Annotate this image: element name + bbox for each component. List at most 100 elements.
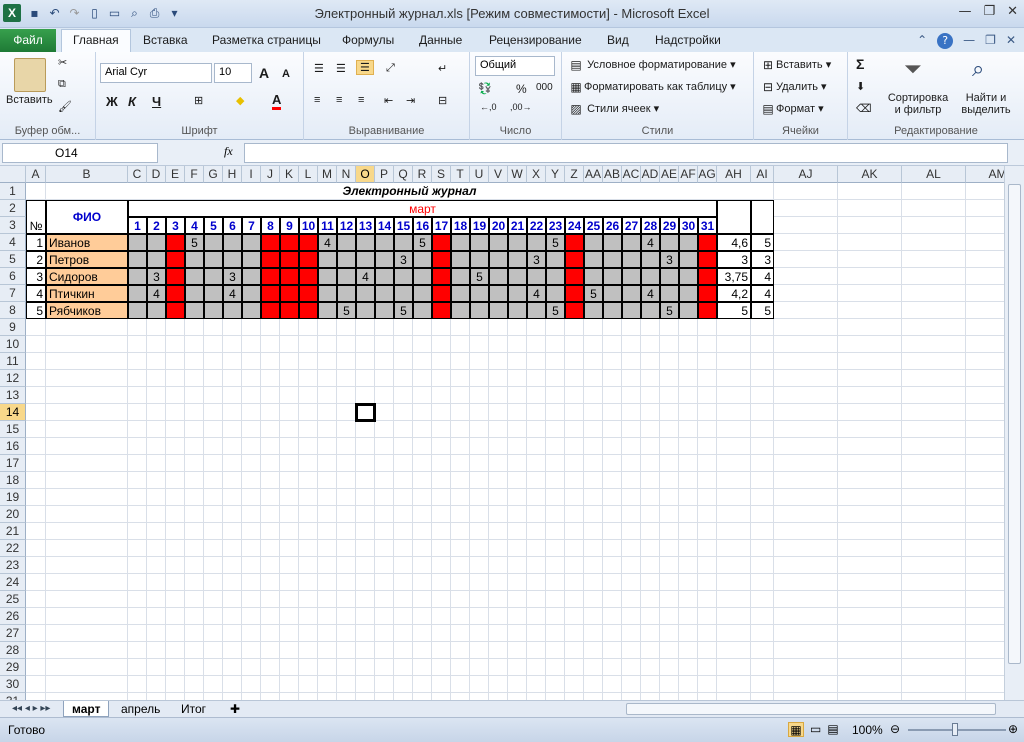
row-header[interactable]: 31 [0, 693, 26, 700]
grid-cell[interactable] [546, 489, 565, 506]
grid-cell[interactable] [489, 438, 508, 455]
row-header[interactable]: 5 [0, 251, 26, 268]
grid-cell[interactable] [717, 659, 751, 676]
help-icon[interactable]: ? [937, 33, 954, 49]
grid-cell[interactable] [966, 234, 1004, 251]
format-painter-icon[interactable]: 🖌 [58, 100, 72, 113]
grid-cell[interactable] [489, 387, 508, 404]
grid-cell[interactable] [204, 693, 223, 700]
find-icon[interactable]: ⌕ [972, 56, 984, 82]
grid-cell[interactable] [508, 489, 527, 506]
grade-cell[interactable] [603, 285, 622, 302]
grid-cell[interactable] [26, 625, 46, 642]
sheet-tab-total[interactable]: Итог [173, 701, 214, 717]
fx-button[interactable]: fx [224, 144, 233, 159]
format-as-table-button[interactable]: ▦ Форматировать как таблицу ▾ [568, 79, 735, 95]
weekend-cell[interactable] [565, 285, 584, 302]
grid-cell[interactable] [966, 251, 1004, 268]
grid-cell[interactable] [223, 336, 242, 353]
grid-cell[interactable] [622, 421, 641, 438]
grid-cell[interactable] [299, 540, 318, 557]
weekend-cell[interactable] [432, 302, 451, 319]
restore-icon[interactable]: ❐ [983, 4, 995, 19]
grid-cell[interactable] [470, 540, 489, 557]
grid-cell[interactable] [147, 523, 166, 540]
grid-cell[interactable] [242, 591, 261, 608]
grid-cell[interactable] [375, 693, 394, 700]
grid-cell[interactable] [26, 455, 46, 472]
grid-cell[interactable] [698, 319, 717, 336]
grid-cell[interactable] [223, 353, 242, 370]
grid-cell[interactable] [698, 370, 717, 387]
grid-cell[interactable] [584, 438, 603, 455]
grade-cell[interactable] [356, 302, 375, 319]
grid-cell[interactable] [413, 336, 432, 353]
grid-cell[interactable] [489, 574, 508, 591]
grid-cell[interactable] [299, 336, 318, 353]
weekend-cell[interactable] [166, 234, 185, 251]
grid-cell[interactable] [966, 438, 1004, 455]
grid-cell[interactable] [603, 472, 622, 489]
grade-cell[interactable] [147, 234, 166, 251]
grid-cell[interactable] [204, 608, 223, 625]
grid-cell[interactable] [185, 608, 204, 625]
grid-cell[interactable] [679, 472, 698, 489]
grid-cell[interactable] [508, 574, 527, 591]
grid-cell[interactable] [751, 489, 774, 506]
grid-cell[interactable] [584, 642, 603, 659]
weekend-cell[interactable] [166, 251, 185, 268]
font-size-box[interactable]: 10 [214, 63, 252, 83]
column-header[interactable]: M [318, 166, 337, 183]
row-header[interactable]: 19 [0, 489, 26, 506]
grade-cell[interactable]: 4 [641, 234, 660, 251]
grid-cell[interactable] [318, 608, 337, 625]
grade-cell[interactable] [356, 285, 375, 302]
fill-color-icon[interactable]: ◆ [236, 94, 244, 107]
grid-cell[interactable] [223, 591, 242, 608]
grid-cell[interactable] [166, 574, 185, 591]
grid-cell[interactable] [204, 591, 223, 608]
grid-cell[interactable] [902, 387, 966, 404]
grid-cell[interactable] [223, 387, 242, 404]
grid-cell[interactable] [223, 659, 242, 676]
grid-cell[interactable] [470, 438, 489, 455]
grid-cell[interactable] [356, 693, 375, 700]
tab-addins[interactable]: Надстройки [655, 33, 721, 47]
grid-cell[interactable] [432, 659, 451, 676]
grid-cell[interactable] [204, 353, 223, 370]
grid-cell[interactable] [527, 608, 546, 625]
grid-cell[interactable] [717, 506, 751, 523]
grid-cell[interactable] [356, 506, 375, 523]
grid-cell[interactable] [679, 523, 698, 540]
weekend-cell[interactable] [166, 302, 185, 319]
weekend-cell[interactable] [299, 285, 318, 302]
grade-cell[interactable] [451, 251, 470, 268]
grid-cell[interactable] [356, 659, 375, 676]
grid-cell[interactable] [280, 574, 299, 591]
grade-cell[interactable] [451, 268, 470, 285]
grid-cell[interactable] [413, 506, 432, 523]
grid-cell[interactable] [470, 353, 489, 370]
grid-cell[interactable] [470, 557, 489, 574]
grid-cell[interactable] [546, 506, 565, 523]
grid-cell[interactable] [451, 693, 470, 700]
grade-cell[interactable]: 5 [394, 302, 413, 319]
grid-cell[interactable] [660, 642, 679, 659]
grid-cell[interactable] [261, 506, 280, 523]
grid-cell[interactable] [603, 455, 622, 472]
grade-cell[interactable] [242, 251, 261, 268]
column-header[interactable]: AA [584, 166, 603, 183]
column-header[interactable]: Z [565, 166, 584, 183]
grid-cell[interactable] [242, 353, 261, 370]
grid-cell[interactable] [584, 574, 603, 591]
grid-cell[interactable] [679, 455, 698, 472]
grade-cell[interactable] [185, 302, 204, 319]
grid-cell[interactable] [489, 557, 508, 574]
grade-cell[interactable] [451, 302, 470, 319]
grid-cell[interactable] [242, 540, 261, 557]
row-header[interactable]: 9 [0, 319, 26, 336]
grid-cell[interactable] [508, 353, 527, 370]
grid-cell[interactable] [902, 268, 966, 285]
spreadsheet-grid[interactable]: A B C D E F G H I J K L M N O P Q R S T U V W X Y Z AA AB AC AD AE AF AG… [0, 166, 1004, 700]
grid-cell[interactable] [204, 676, 223, 693]
